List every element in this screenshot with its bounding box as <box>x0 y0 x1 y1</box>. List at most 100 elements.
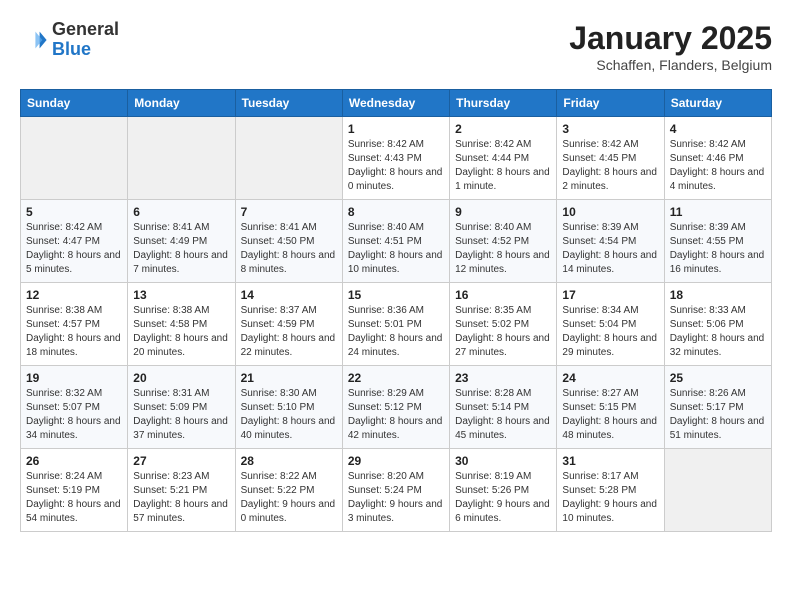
calendar-week-row: 19Sunrise: 8:32 AM Sunset: 5:07 PM Dayli… <box>21 366 772 449</box>
day-number: 9 <box>455 205 551 219</box>
calendar-cell: 15 Sunrise: 8:36 AM Sunset: 5:01 PM Dayli… <box>342 283 449 366</box>
day-info: Sunrise: 8:36 AM Sunset: 5:01 PM Dayligh… <box>348 304 444 360</box>
logo-blue: Blue <box>52 39 91 59</box>
calendar-cell: 17 Sunrise: 8:34 AM Sunset: 5:04 PM Dayli… <box>557 283 664 366</box>
day-info: Sunrise: 8:33 AM Sunset: 5:06 PM Dayligh… <box>670 304 766 360</box>
day-number: 30 <box>455 454 551 468</box>
day-number: 1 <box>348 122 444 136</box>
calendar-cell: 4 Sunrise: 8:42 AM Sunset: 4:46 PM Daylig… <box>664 117 771 200</box>
day-number: 28 <box>241 454 337 468</box>
calendar-cell: 10 Sunrise: 8:39 AM Sunset: 4:54 PM Dayli… <box>557 200 664 283</box>
day-number: 7 <box>241 205 337 219</box>
day-info: Sunrise: 8:19 AM Sunset: 5:26 PM Dayligh… <box>455 470 551 526</box>
calendar-cell: 19Sunrise: 8:32 AM Sunset: 5:07 PM Dayli… <box>21 366 128 449</box>
month-year: January 2025 <box>569 20 772 57</box>
day-info: Sunrise: 8:23 AM Sunset: 5:21 PM Dayligh… <box>133 470 229 526</box>
day-info: Sunrise: 8:42 AM Sunset: 4:44 PM Dayligh… <box>455 138 551 194</box>
dow-header: Thursday <box>450 90 557 117</box>
calendar-cell: 18 Sunrise: 8:33 AM Sunset: 5:06 PM Dayli… <box>664 283 771 366</box>
day-info: Sunrise: 8:41 AM Sunset: 4:49 PM Dayligh… <box>133 221 229 277</box>
day-number: 17 <box>562 288 658 302</box>
calendar-cell: 26Sunrise: 8:24 AM Sunset: 5:19 PM Dayli… <box>21 449 128 532</box>
day-info: Sunrise: 8:31 AM Sunset: 5:09 PM Dayligh… <box>133 387 229 443</box>
day-number: 14 <box>241 288 337 302</box>
calendar-cell: 23 Sunrise: 8:28 AM Sunset: 5:14 PM Dayli… <box>450 366 557 449</box>
calendar-cell: 1 Sunrise: 8:42 AM Sunset: 4:43 PM Daylig… <box>342 117 449 200</box>
calendar-cell: 27Sunrise: 8:23 AM Sunset: 5:21 PM Dayli… <box>128 449 235 532</box>
day-info: Sunrise: 8:28 AM Sunset: 5:14 PM Dayligh… <box>455 387 551 443</box>
calendar-cell <box>664 449 771 532</box>
calendar-cell <box>21 117 128 200</box>
day-number: 29 <box>348 454 444 468</box>
day-number: 11 <box>670 205 766 219</box>
calendar-week-row: 1 Sunrise: 8:42 AM Sunset: 4:43 PM Daylig… <box>21 117 772 200</box>
day-info: Sunrise: 8:22 AM Sunset: 5:22 PM Dayligh… <box>241 470 337 526</box>
day-number: 22 <box>348 371 444 385</box>
logo-icon <box>20 26 48 54</box>
calendar-cell: 6 Sunrise: 8:41 AM Sunset: 4:49 PM Daylig… <box>128 200 235 283</box>
calendar-cell: 16Sunrise: 8:35 AM Sunset: 5:02 PM Dayli… <box>450 283 557 366</box>
calendar-cell: 14Sunrise: 8:37 AM Sunset: 4:59 PM Dayli… <box>235 283 342 366</box>
day-number: 24 <box>562 371 658 385</box>
dow-header: Monday <box>128 90 235 117</box>
day-info: Sunrise: 8:40 AM Sunset: 4:51 PM Dayligh… <box>348 221 444 277</box>
calendar-cell: 22 Sunrise: 8:29 AM Sunset: 5:12 PM Dayli… <box>342 366 449 449</box>
day-number: 3 <box>562 122 658 136</box>
day-info: Sunrise: 8:30 AM Sunset: 5:10 PM Dayligh… <box>241 387 337 443</box>
day-number: 18 <box>670 288 766 302</box>
day-info: Sunrise: 8:27 AM Sunset: 5:15 PM Dayligh… <box>562 387 658 443</box>
day-info: Sunrise: 8:41 AM Sunset: 4:50 PM Dayligh… <box>241 221 337 277</box>
calendar-week-row: 12 Sunrise: 8:38 AM Sunset: 4:57 PM Dayli… <box>21 283 772 366</box>
calendar-cell: 12 Sunrise: 8:38 AM Sunset: 4:57 PM Dayli… <box>21 283 128 366</box>
day-number: 19 <box>26 371 122 385</box>
calendar-cell: 25 Sunrise: 8:26 AM Sunset: 5:17 PM Dayli… <box>664 366 771 449</box>
dow-header: Tuesday <box>235 90 342 117</box>
day-number: 25 <box>670 371 766 385</box>
day-number: 8 <box>348 205 444 219</box>
calendar-week-row: 5 Sunrise: 8:42 AM Sunset: 4:47 PM Daylig… <box>21 200 772 283</box>
day-info: Sunrise: 8:34 AM Sunset: 5:04 PM Dayligh… <box>562 304 658 360</box>
calendar-week-row: 26Sunrise: 8:24 AM Sunset: 5:19 PM Dayli… <box>21 449 772 532</box>
day-info: Sunrise: 8:42 AM Sunset: 4:46 PM Dayligh… <box>670 138 766 194</box>
dow-header: Wednesday <box>342 90 449 117</box>
days-of-week-row: SundayMondayTuesdayWednesdayThursdayFrid… <box>21 90 772 117</box>
calendar-cell <box>235 117 342 200</box>
day-number: 23 <box>455 371 551 385</box>
day-number: 13 <box>133 288 229 302</box>
day-number: 5 <box>26 205 122 219</box>
logo-general: General <box>52 19 119 39</box>
day-info: Sunrise: 8:24 AM Sunset: 5:19 PM Dayligh… <box>26 470 122 526</box>
day-number: 12 <box>26 288 122 302</box>
calendar-cell: 20Sunrise: 8:31 AM Sunset: 5:09 PM Dayli… <box>128 366 235 449</box>
day-info: Sunrise: 8:40 AM Sunset: 4:52 PM Dayligh… <box>455 221 551 277</box>
day-info: Sunrise: 8:35 AM Sunset: 5:02 PM Dayligh… <box>455 304 551 360</box>
day-info: Sunrise: 8:29 AM Sunset: 5:12 PM Dayligh… <box>348 387 444 443</box>
calendar-cell <box>128 117 235 200</box>
day-info: Sunrise: 8:42 AM Sunset: 4:45 PM Dayligh… <box>562 138 658 194</box>
day-number: 10 <box>562 205 658 219</box>
day-info: Sunrise: 8:39 AM Sunset: 4:55 PM Dayligh… <box>670 221 766 277</box>
day-number: 4 <box>670 122 766 136</box>
day-info: Sunrise: 8:42 AM Sunset: 4:47 PM Dayligh… <box>26 221 122 277</box>
day-info: Sunrise: 8:20 AM Sunset: 5:24 PM Dayligh… <box>348 470 444 526</box>
calendar-cell: 13Sunrise: 8:38 AM Sunset: 4:58 PM Dayli… <box>128 283 235 366</box>
calendar-cell: 5 Sunrise: 8:42 AM Sunset: 4:47 PM Daylig… <box>21 200 128 283</box>
calendar-cell: 9 Sunrise: 8:40 AM Sunset: 4:52 PM Daylig… <box>450 200 557 283</box>
day-number: 15 <box>348 288 444 302</box>
day-info: Sunrise: 8:39 AM Sunset: 4:54 PM Dayligh… <box>562 221 658 277</box>
calendar-cell: 2Sunrise: 8:42 AM Sunset: 4:44 PM Daylig… <box>450 117 557 200</box>
day-info: Sunrise: 8:42 AM Sunset: 4:43 PM Dayligh… <box>348 138 444 194</box>
day-number: 6 <box>133 205 229 219</box>
day-info: Sunrise: 8:38 AM Sunset: 4:57 PM Dayligh… <box>26 304 122 360</box>
day-info: Sunrise: 8:26 AM Sunset: 5:17 PM Dayligh… <box>670 387 766 443</box>
calendar-cell: 21Sunrise: 8:30 AM Sunset: 5:10 PM Dayli… <box>235 366 342 449</box>
calendar-cell: 28 Sunrise: 8:22 AM Sunset: 5:22 PM Dayli… <box>235 449 342 532</box>
calendar-cell: 8 Sunrise: 8:40 AM Sunset: 4:51 PM Daylig… <box>342 200 449 283</box>
dow-header: Sunday <box>21 90 128 117</box>
dow-header: Saturday <box>664 90 771 117</box>
location: Schaffen, Flanders, Belgium <box>569 57 772 73</box>
calendar-cell: 24 Sunrise: 8:27 AM Sunset: 5:15 PM Dayli… <box>557 366 664 449</box>
calendar-table: SundayMondayTuesdayWednesdayThursdayFrid… <box>20 89 772 532</box>
day-info: Sunrise: 8:17 AM Sunset: 5:28 PM Dayligh… <box>562 470 658 526</box>
page-header: General Blue January 2025 Schaffen, Flan… <box>20 20 772 73</box>
